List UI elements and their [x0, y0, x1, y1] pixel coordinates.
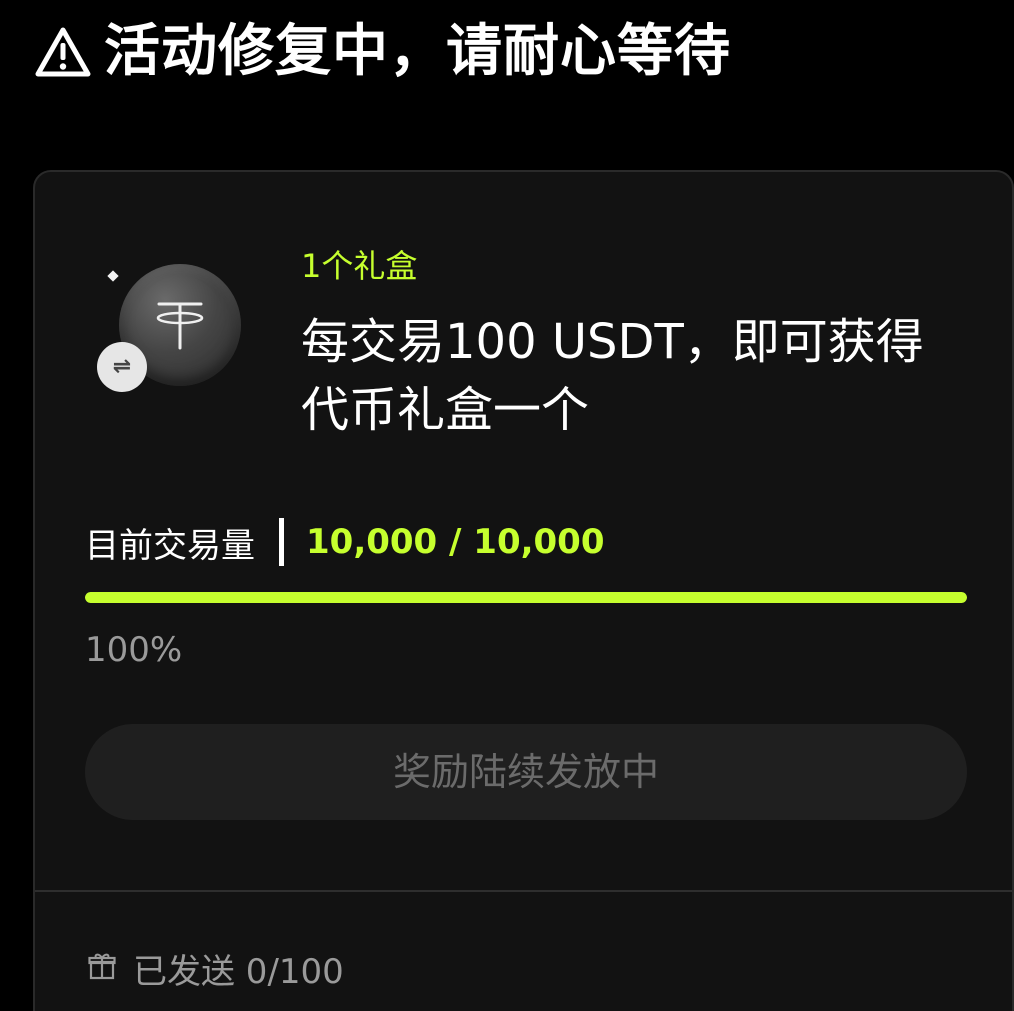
divider	[35, 890, 1012, 892]
gift-count: 1个礼盒	[301, 247, 418, 285]
page: 活动修复中，请耐心等待 ⇌ 1个礼盒 每交易100 USDT，即可获得代币礼盒一…	[0, 0, 1014, 1011]
volume-label: 目前交易量	[85, 525, 255, 566]
progress-fill	[85, 592, 967, 603]
progress-bar	[85, 592, 967, 603]
swap-icon: ⇌	[97, 342, 147, 392]
trading-volume: 目前交易量 10,000 / 10,000	[85, 518, 605, 566]
warning-icon	[34, 26, 92, 78]
progress-percent: 100%	[85, 630, 183, 670]
volume-value: 10,000 / 10,000	[306, 522, 605, 562]
reward-headline: 每交易100 USDT，即可获得代币礼盒一个	[301, 314, 924, 438]
sent-counter: 已发送 0/100	[87, 946, 344, 992]
sent-text: 已发送 0/100	[133, 951, 344, 992]
reward-card: ⇌ 1个礼盒 每交易100 USDT，即可获得代币礼盒一个 目前交易量 10,0…	[33, 170, 1014, 1011]
sparkle-icon	[107, 270, 119, 282]
token-illustration: ⇌	[97, 264, 247, 414]
notice-text: 活动修复中，请耐心等待	[104, 19, 731, 84]
maintenance-notice: 活动修复中，请耐心等待	[34, 20, 731, 84]
volume-divider	[279, 518, 284, 566]
gift-icon	[87, 951, 117, 985]
reward-status-button[interactable]: 奖励陆续发放中	[85, 724, 967, 820]
